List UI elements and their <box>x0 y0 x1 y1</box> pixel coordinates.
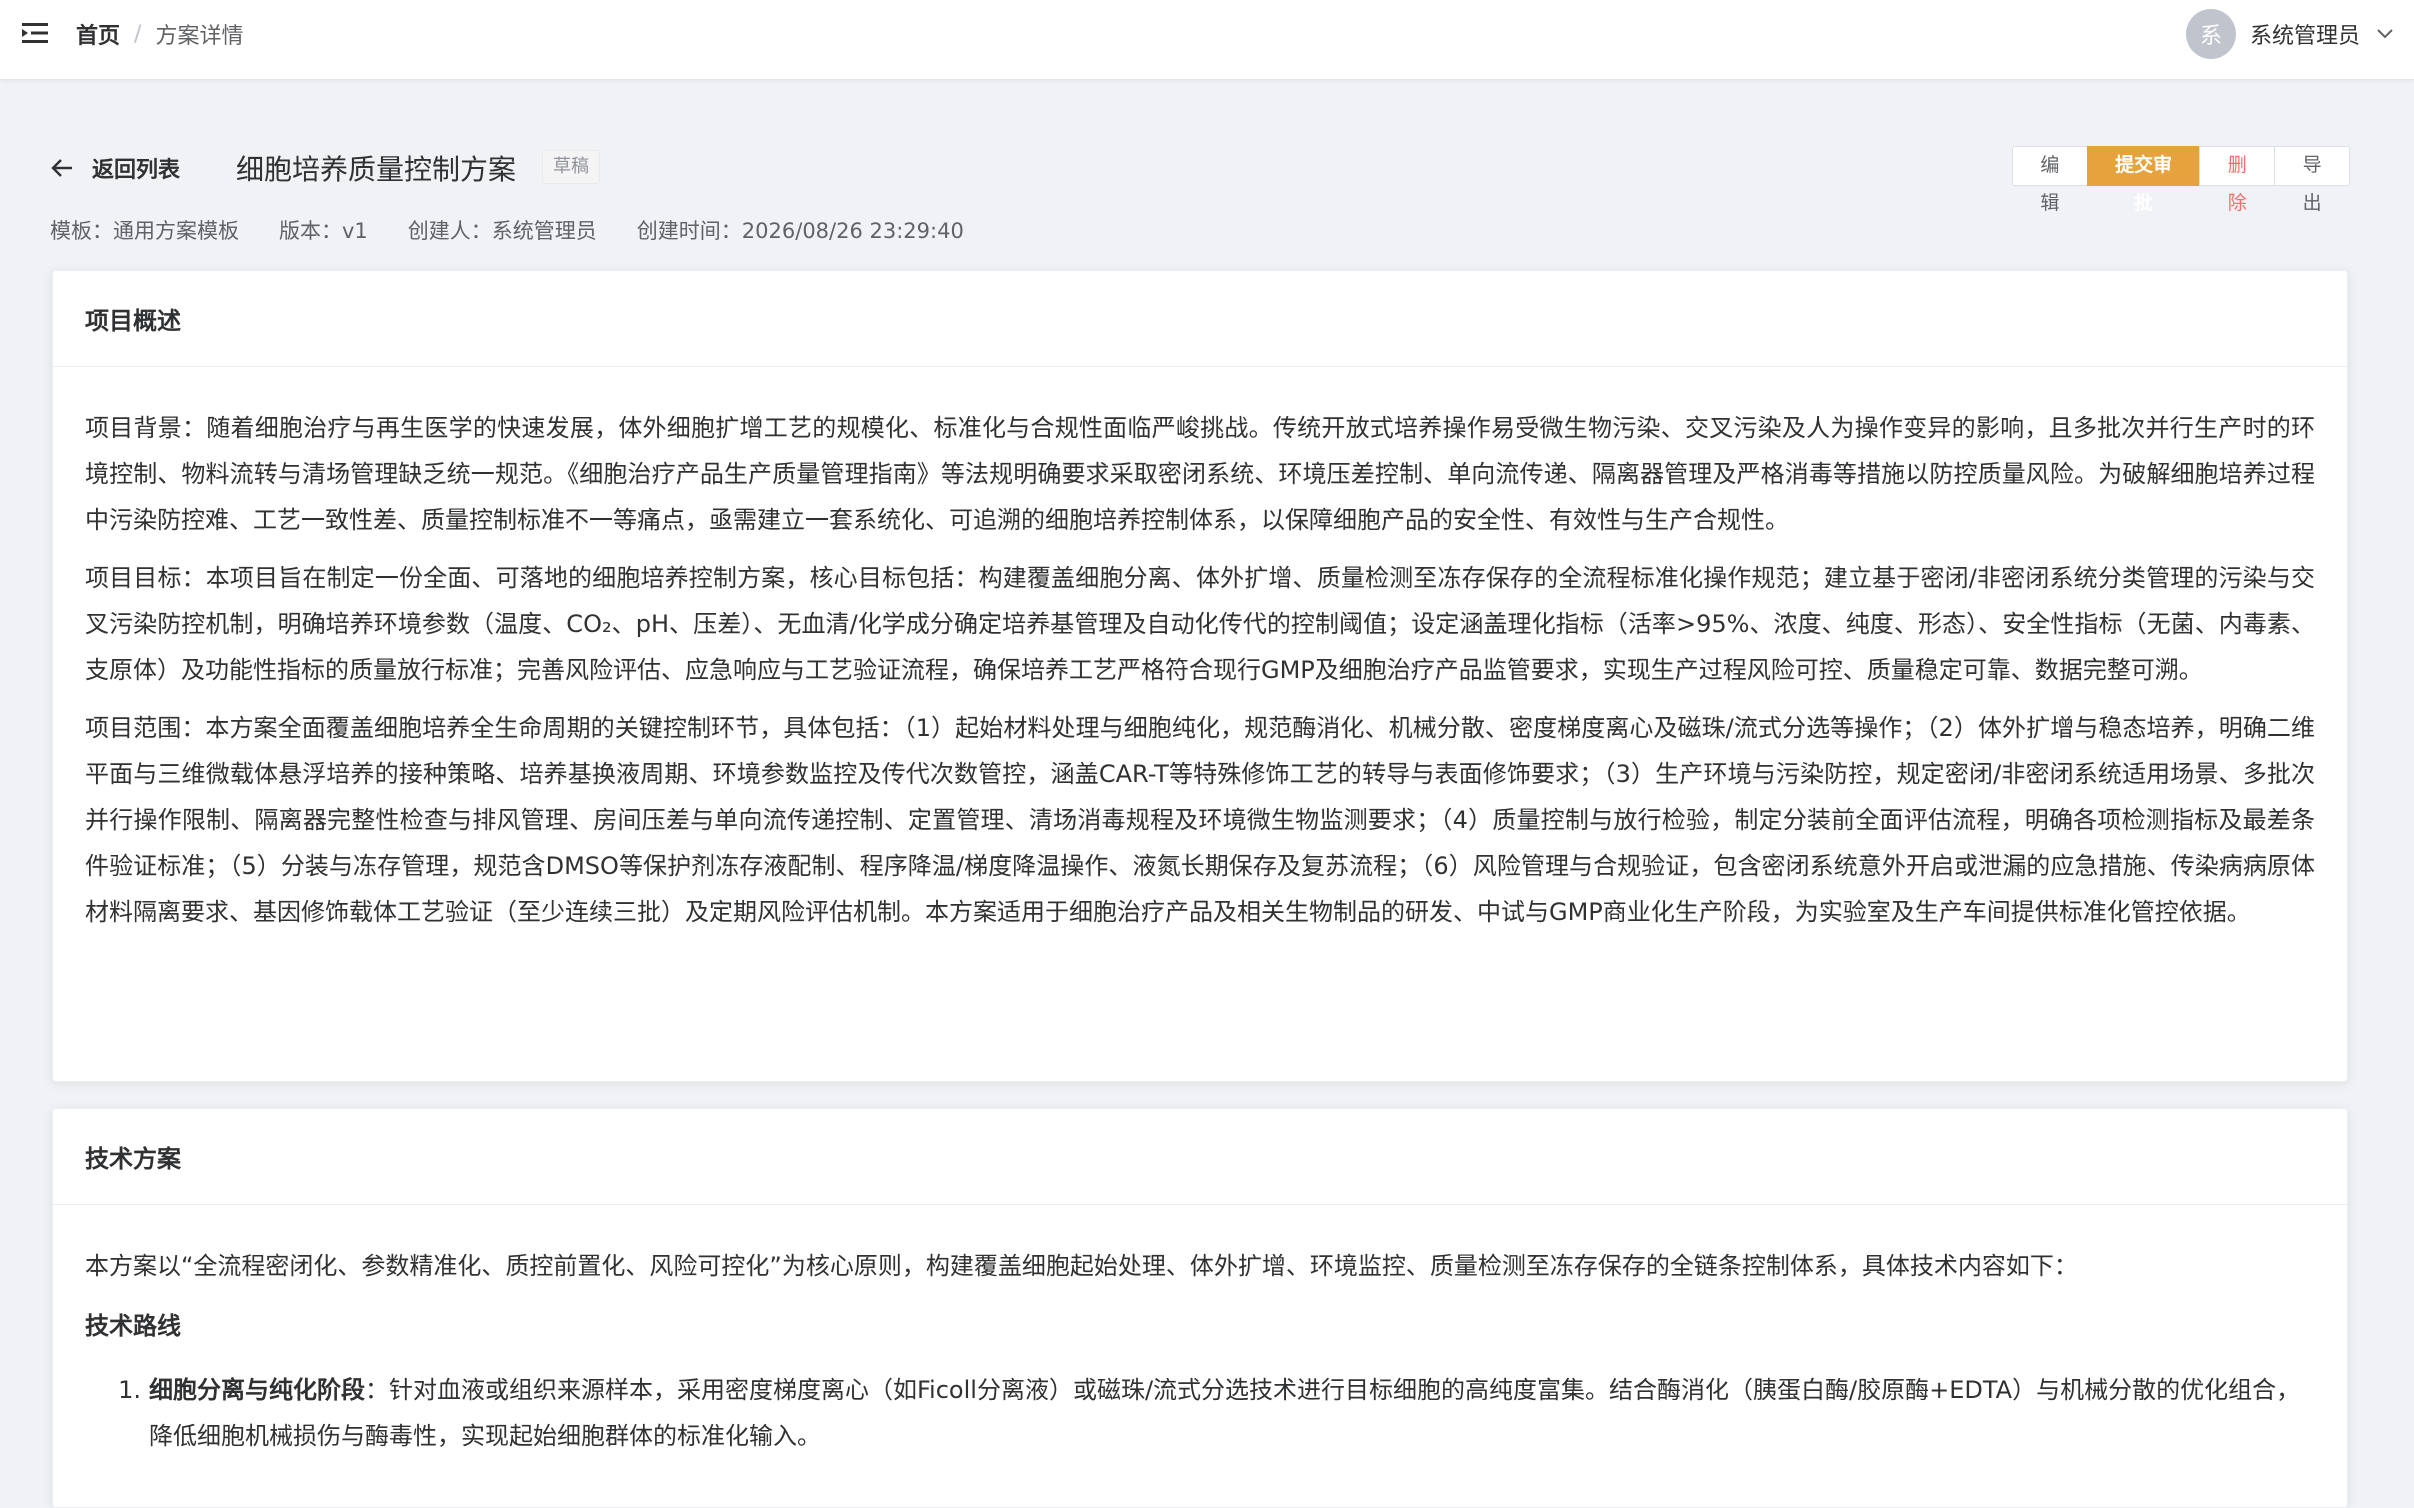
breadcrumb: 首页 / 方案详情 <box>76 18 243 50</box>
username[interactable]: 系统管理员 <box>2250 18 2360 50</box>
overview-card: 项目概述 项目背景：随着细胞治疗与再生医学的快速发展，体外细胞扩增工艺的规模化、… <box>52 270 2348 1082</box>
overview-card-body: 项目背景：随着细胞治疗与再生医学的快速发展，体外细胞扩增工艺的规模化、标准化与合… <box>53 367 2347 935</box>
chevron-down-icon[interactable] <box>2376 28 2394 40</box>
meta-created-at: 创建时间：2026/08/26 23:29:40 <box>636 219 964 243</box>
list-item-number: 1. <box>118 1376 141 1404</box>
project-background-text: 项目背景：随着细胞治疗与再生医学的快速发展，体外细胞扩增工艺的规模化、标准化与合… <box>85 414 2315 534</box>
page-header: 返回列表 细胞培养质量控制方案 草稿 编辑 提交审批 删除 导出 <box>50 142 2350 214</box>
tech-plan-title: 技术方案 <box>85 1145 181 1173</box>
meta-version: 版本：v1 <box>279 219 368 243</box>
user-menu[interactable]: 系 系统管理员 <box>2185 8 2394 60</box>
top-navbar: 首页 / 方案详情 系 系统管理员 <box>0 0 2414 80</box>
back-to-list-link[interactable]: 返回列表 <box>50 142 180 194</box>
breadcrumb-home[interactable]: 首页 <box>76 18 120 50</box>
overview-title: 项目概述 <box>85 307 181 335</box>
list-item-label: 细胞分离与纯化阶段 <box>149 1376 365 1404</box>
project-goal-text: 项目目标：本项目旨在制定一份全面、可落地的细胞培养控制方案，核心目标包括：构建覆… <box>85 564 2315 684</box>
tech-route-list: 1. 细胞分离与纯化阶段：针对血液或组织来源样本，采用密度梯度离心（如Ficol… <box>85 1367 2315 1459</box>
avatar[interactable]: 系 <box>2185 9 2236 59</box>
tech-plan-card: 技术方案 本方案以“全流程密闭化、参数精准化、质控前置化、风险可控化”为核心原则… <box>52 1108 2348 1508</box>
delete-button[interactable]: 删除 <box>2199 146 2276 214</box>
breadcrumb-current: 方案详情 <box>155 24 244 49</box>
breadcrumb-separator: / <box>134 21 142 47</box>
project-scope-text: 项目范围：本方案全面覆盖细胞培养全生命周期的关键控制环节，具体包括：（1）起始材… <box>85 714 2315 926</box>
export-button[interactable]: 导出 <box>2274 146 2350 214</box>
meta-template: 模板：通用方案模板 <box>50 219 239 243</box>
tech-plan-card-body: 本方案以“全流程密闭化、参数精准化、质控前置化、风险可控化”为核心原则，构建覆盖… <box>53 1205 2347 1459</box>
submit-approval-button[interactable]: 提交审批 <box>2086 146 2201 214</box>
list-item-text: ：针对血液或组织来源样本，采用密度梯度离心（如Ficoll分离液）或磁珠/流式分… <box>149 1376 2301 1450</box>
edit-button[interactable]: 编辑 <box>2012 146 2088 214</box>
back-to-list-label[interactable]: 返回列表 <box>92 152 180 184</box>
overview-card-header: 项目概述 <box>53 271 2347 367</box>
tech-plan-card-header: 技术方案 <box>53 1109 2347 1205</box>
plan-meta-info: 模板：通用方案模板 版本：v1 创建人：系统管理员 创建时间：2026/08/2… <box>50 212 1004 248</box>
status-badge: 草稿 <box>542 150 600 184</box>
menu-fold-icon[interactable] <box>22 22 48 44</box>
page-title: 细胞培养质量控制方案 <box>236 153 517 186</box>
action-button-group: 编辑 提交审批 删除 导出 <box>2012 146 2350 214</box>
tech-route-heading: 技术路线 <box>85 1312 181 1340</box>
list-item-content: 细胞分离与纯化阶段：针对血液或组织来源样本，采用密度梯度离心（如Ficoll分离… <box>149 1367 2315 1459</box>
tech-plan-intro: 本方案以“全流程密闭化、参数精准化、质控前置化、风险可控化”为核心原则，构建覆盖… <box>85 1252 2078 1280</box>
arrow-left-icon[interactable] <box>50 158 74 178</box>
list-item: 1. 细胞分离与纯化阶段：针对血液或组织来源样本，采用密度梯度离心（如Ficol… <box>117 1367 2315 1459</box>
meta-creator: 创建人：系统管理员 <box>407 219 597 243</box>
